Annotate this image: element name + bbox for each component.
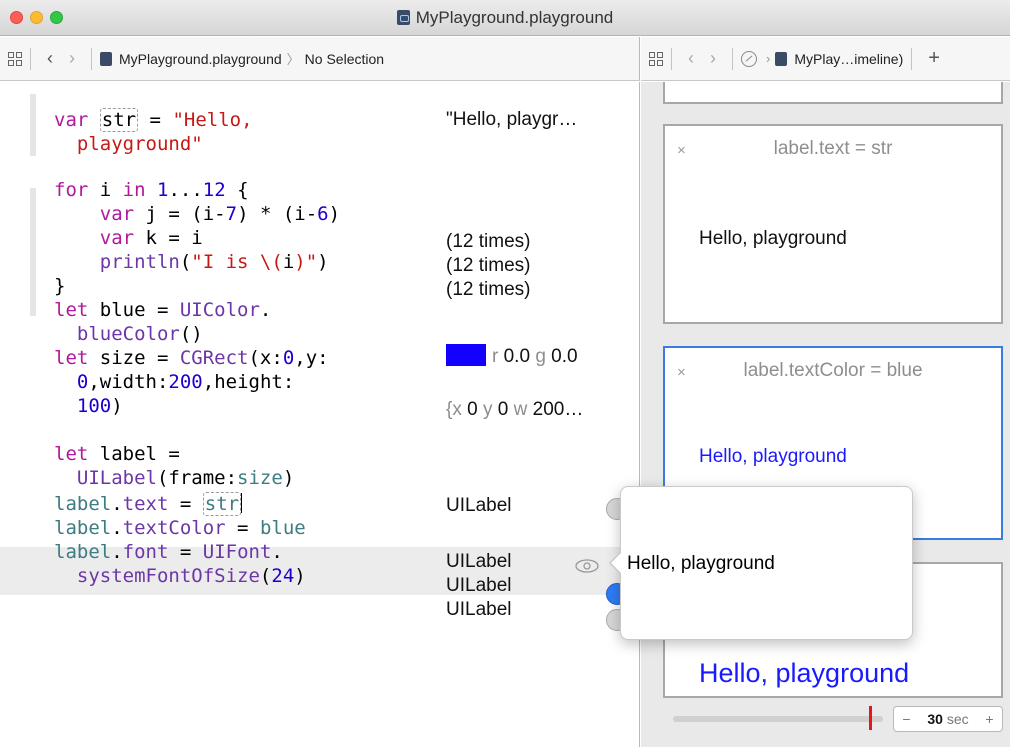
duration-unit: sec [946,711,969,727]
card-value: Hello, playground [699,658,910,688]
divider [671,47,672,70]
result-size-w-label: w [513,399,528,420]
result-blue-r: 0.0 [503,346,531,367]
code-text[interactable]: var str = "Hello, playground" for i in 1… [54,108,340,588]
timeline-playhead[interactable] [869,706,872,730]
result-size-y: 0 [497,399,509,420]
playground-file-icon [100,51,112,66]
card-value: Hello, playground [699,446,847,467]
divider [91,47,92,70]
breadcrumb-chevron-icon: 〉 [286,52,300,67]
back-arrow-icon[interactable]: ‹ [39,48,61,69]
result-size[interactable]: {x 0 y 0 w 200… [446,398,583,422]
window-title: MyPlayground.playground [0,8,1010,28]
result-label-font[interactable]: UILabel [446,598,512,622]
result-blue[interactable]: r 0.0 g 0.0 [446,344,578,369]
result-blue-g: 0.0 [551,346,578,367]
forward-arrow-icon[interactable]: › [61,48,83,69]
timeline-scrubber[interactable] [673,716,883,722]
breadcrumb-chevron-icon: › [766,51,771,66]
editor-jump-bar: ‹ › MyPlayground.playground 〉 No Selecti… [0,37,640,81]
color-swatch [446,344,486,366]
duration-value: 30 [927,711,943,727]
divider [732,47,733,70]
result-blue-r-label: r [492,346,499,367]
result-k[interactable]: (12 times) [446,254,530,278]
card-value: Hello, playground [699,228,847,249]
breadcrumb-file[interactable]: MyPlayground.playground [119,51,282,67]
quick-look-eye-icon[interactable] [574,557,600,575]
result-blue-g-label: g [535,346,546,367]
timeline-file-icon [775,51,788,66]
timeline-card-label-text[interactable]: × label.text = str Hello, playground [663,124,1003,324]
related-items-grid-icon[interactable] [8,51,22,66]
add-assistant-icon[interactable]: + [928,47,940,70]
breadcrumb-timeline[interactable]: MyPlay…imeline) [794,51,903,67]
result-size-x-label: {x [446,399,462,420]
line-change-marker [30,94,36,156]
result-j[interactable]: (12 times) [446,230,530,254]
divider [911,47,913,70]
back-arrow-icon[interactable]: ‹ [680,48,702,69]
forward-arrow-icon[interactable]: › [702,48,724,69]
result-size-w: 200… [532,399,584,420]
counterparts-icon[interactable] [741,50,757,67]
result-label-text[interactable]: UILabel [446,550,512,574]
timeline-card-partial[interactable] [663,82,1003,104]
popover-arrow [609,551,622,575]
decrease-duration-button[interactable]: − [902,711,910,727]
result-println[interactable]: (12 times) [446,278,530,302]
timeline-pane: × label.text = str Hello, playground × l… [641,82,1010,747]
card-caption: label.textColor = blue [743,360,923,381]
related-items-grid-icon[interactable] [649,51,663,66]
assistant-jump-bar: ‹ › › MyPlay…imeline) + [641,37,1010,81]
card-caption: label.text = str [773,138,893,159]
line-change-marker [30,188,36,316]
window-titlebar: MyPlayground.playground [0,0,1010,36]
result-size-y-label: y [483,399,493,420]
playground-file-icon [396,10,410,25]
result-str[interactable]: "Hello, playgr… [446,108,577,132]
result-label[interactable]: UILabel [446,494,512,518]
quick-look-popover: Hello, playground [609,486,913,640]
duration-stepper[interactable]: − 30 sec + [893,706,1003,732]
result-label-textcolor[interactable]: UILabel [446,574,512,598]
breadcrumb-selection[interactable]: No Selection [305,51,384,67]
window-title-text: MyPlayground.playground [415,8,614,27]
popover-text: Hello, playground [627,553,775,574]
result-size-x: 0 [467,399,478,420]
divider [30,47,31,70]
source-editor[interactable]: var str = "Hello, playground" for i in 1… [0,82,640,747]
increase-duration-button[interactable]: + [985,711,993,727]
